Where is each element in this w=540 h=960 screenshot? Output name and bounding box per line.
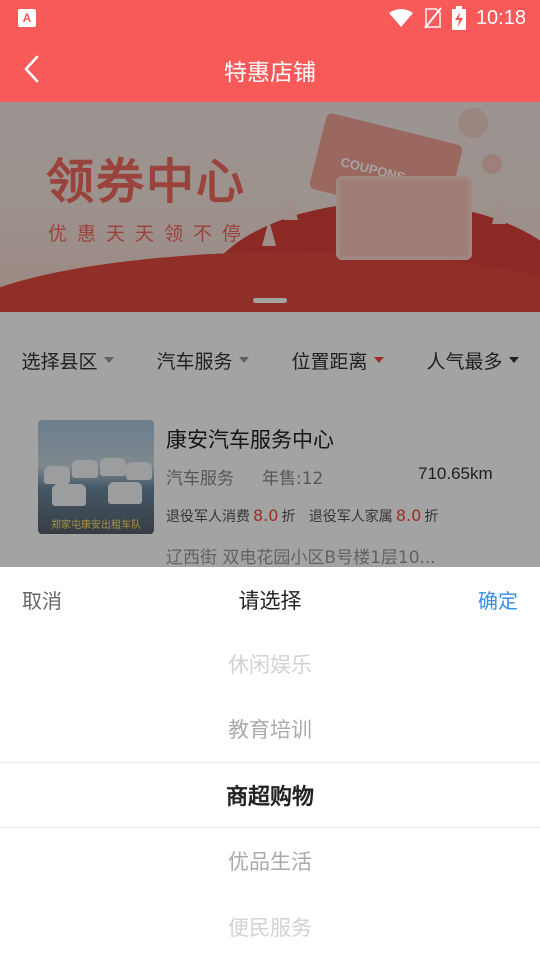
page-title: 特惠店铺: [224, 60, 316, 86]
no-sim-icon: [424, 7, 442, 29]
picker-option-selected[interactable]: 商超购物: [0, 779, 540, 811]
picker-sheet: 取消 请选择 确定 休闲娱乐 教育培训 商超购物 优品生活 便民服务: [0, 567, 540, 960]
confirm-button[interactable]: 确定: [478, 585, 518, 614]
modal-overlay[interactable]: [0, 102, 540, 567]
battery-charging-icon: [451, 6, 466, 30]
status-icons: 10:18: [388, 6, 526, 30]
picker-option[interactable]: 休闲娱乐: [0, 649, 540, 679]
selection-divider: [0, 762, 540, 763]
wifi-icon: [388, 9, 413, 27]
picker-option[interactable]: 便民服务: [0, 912, 540, 942]
title-bar: 特惠店铺: [0, 36, 540, 102]
status-bar: A 10:18: [0, 0, 540, 36]
clock: 10:18: [475, 6, 526, 29]
app-notification-icon: A: [18, 9, 36, 27]
picker-option[interactable]: 教育培训: [0, 714, 540, 744]
selection-divider: [0, 827, 540, 828]
picker-option[interactable]: 优品生活: [0, 846, 540, 876]
picker-title: 请选择: [238, 589, 302, 613]
